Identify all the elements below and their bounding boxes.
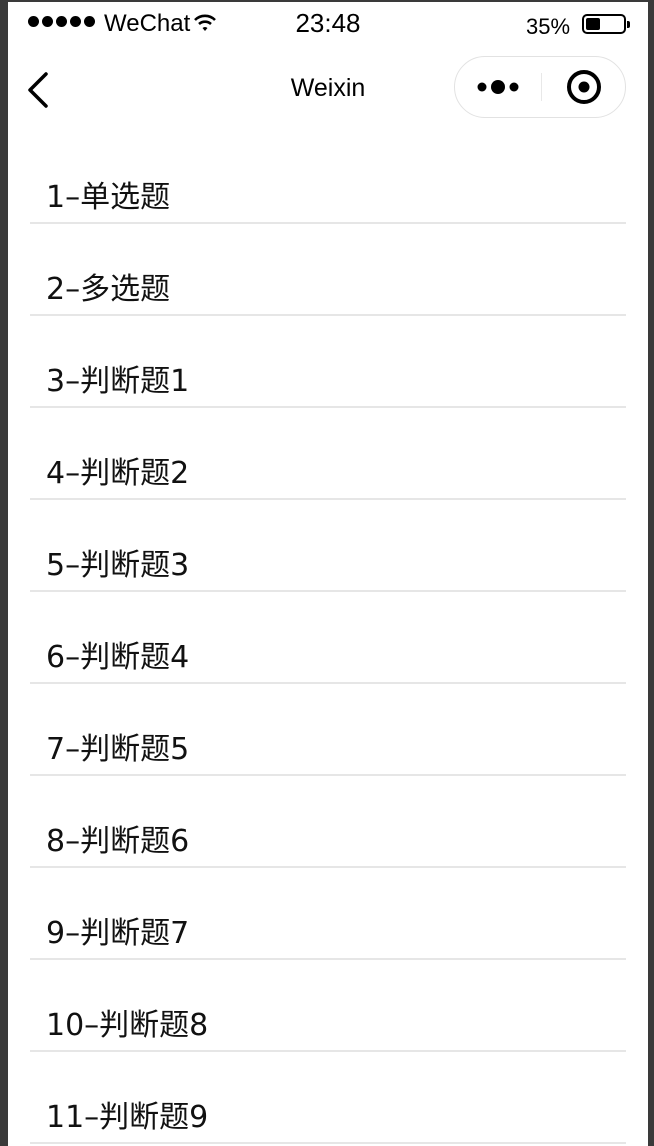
battery-percentage: 35% [526, 14, 571, 39]
wifi-icon [194, 14, 216, 31]
list-item-label: 3–判断题1 [46, 364, 190, 399]
signal-dot [84, 16, 95, 27]
question-list: 1–单选题 2–多选题 3–判断题1 4–判断题2 5–判断题3 6–判断题4 … [8, 132, 648, 1144]
list-item-label: 9–判断题7 [46, 916, 190, 951]
list-item[interactable]: 11–判断题9 [30, 1052, 626, 1144]
list-item-label: 10–判断题8 [46, 1008, 209, 1043]
list-item[interactable]: 5–判断题3 [30, 500, 626, 592]
list-item[interactable]: 1–单选题 [30, 132, 626, 224]
list-item[interactable]: 9–判断题7 [30, 868, 626, 960]
battery-level-fill [586, 18, 600, 30]
navigation-bar: Weixin [8, 44, 648, 132]
more-dots-icon [477, 80, 519, 94]
list-item-label: 6–判断题4 [46, 640, 190, 675]
list-item[interactable]: 4–判断题2 [30, 408, 626, 500]
battery-nub [627, 21, 630, 28]
list-item[interactable]: 10–判断题8 [30, 960, 626, 1052]
list-item[interactable]: 8–判断题6 [30, 776, 626, 868]
list-item-label: 7–判断题5 [46, 732, 190, 767]
mini-program-capsule [454, 56, 626, 118]
status-bar: WeChat 23:48 35% [8, 2, 648, 44]
close-mini-program-button[interactable] [541, 57, 627, 117]
signal-dot [28, 16, 39, 27]
list-item[interactable]: 7–判断题5 [30, 684, 626, 776]
list-item-label: 4–判断题2 [46, 456, 190, 491]
battery-icon [582, 14, 630, 34]
list-item-label: 1–单选题 [46, 180, 171, 215]
more-button[interactable] [455, 57, 541, 117]
phone-screen: WeChat 23:48 35% Weixin 1–单选题 2–多选题 3–判断… [8, 2, 648, 1146]
list-item[interactable]: 2–多选题 [30, 224, 626, 316]
back-button[interactable] [22, 70, 58, 110]
list-item[interactable]: 3–判断题1 [30, 316, 626, 408]
carrier-name: WeChat [104, 10, 191, 37]
signal-strength-icon [28, 16, 95, 27]
list-item[interactable]: 6–判断题4 [30, 592, 626, 684]
target-circle-icon [567, 70, 601, 104]
signal-dot [70, 16, 81, 27]
chevron-left-icon [28, 72, 48, 108]
list-item-label: 8–判断题6 [46, 824, 190, 859]
signal-dot [56, 16, 67, 27]
list-item-label: 5–判断题3 [46, 548, 190, 583]
list-item-label: 2–多选题 [46, 272, 171, 307]
signal-dot [42, 16, 53, 27]
list-item-label: 11–判断题9 [46, 1100, 209, 1135]
